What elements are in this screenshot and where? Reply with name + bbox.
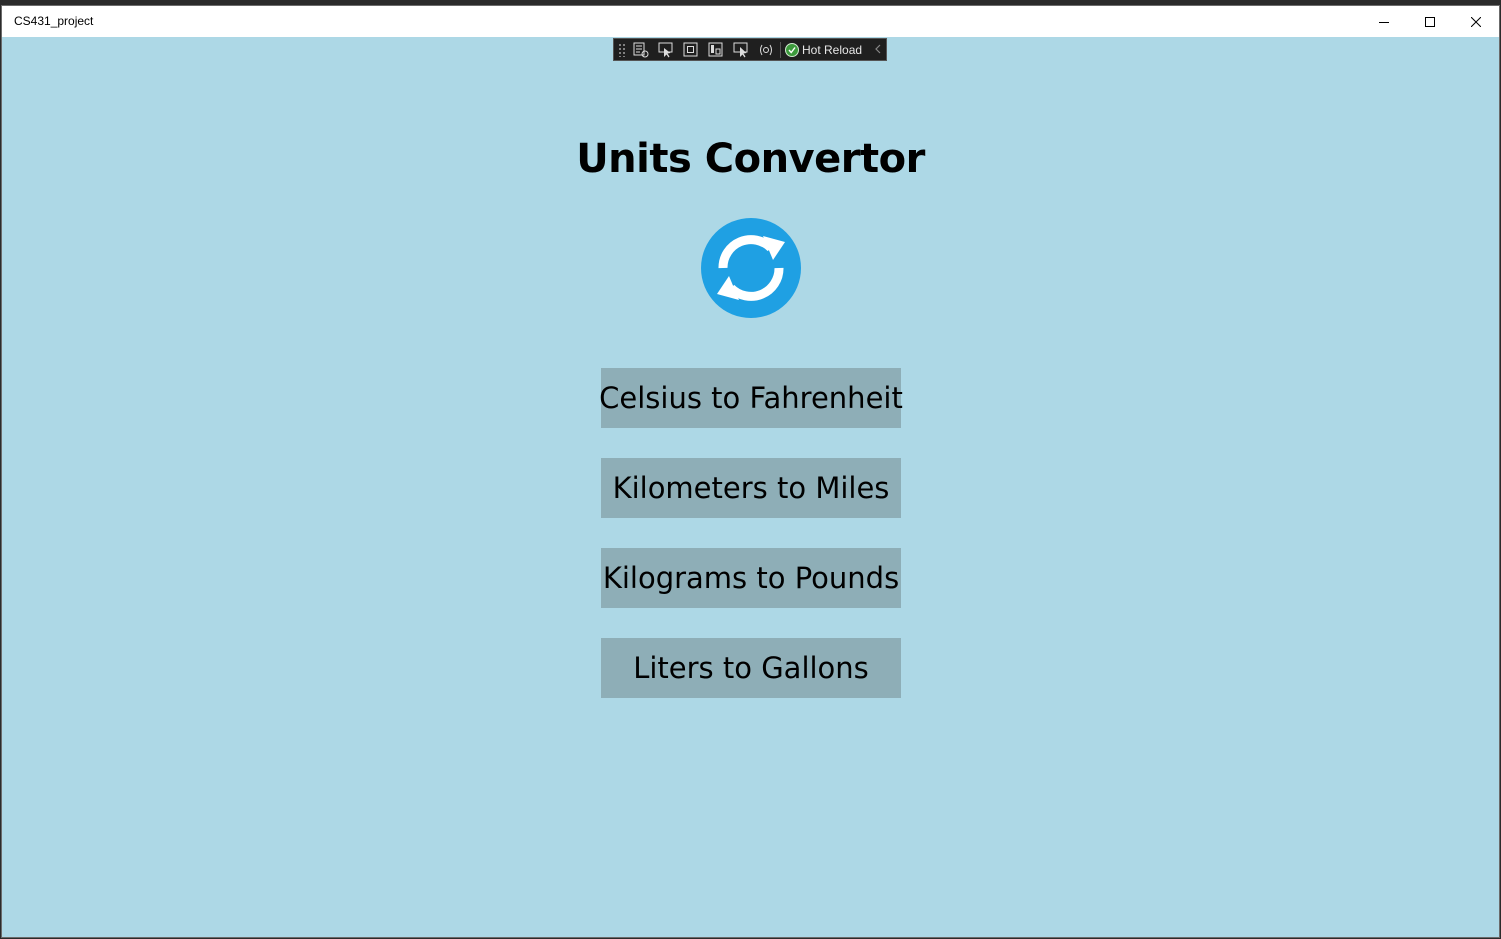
app-window: CS431_project Hot Reload Units Convertor… — [1, 5, 1500, 938]
hot-reload-label: Hot Reload — [802, 42, 863, 57]
chevron-left-icon[interactable] — [874, 41, 882, 59]
kilometers-to-miles-button[interactable]: Kilometers to Miles — [601, 458, 901, 518]
close-button[interactable] — [1453, 6, 1499, 37]
close-icon — [1471, 16, 1481, 27]
check-circle-icon — [785, 42, 799, 57]
select-element-icon[interactable] — [656, 41, 676, 59]
refresh-arrows-icon — [701, 218, 801, 318]
xaml-dev-toolbar: Hot Reload — [613, 38, 887, 61]
toolbar-grip[interactable] — [618, 42, 626, 57]
minimize-button[interactable] — [1361, 6, 1407, 37]
live-visual-tree-icon[interactable] — [631, 41, 651, 59]
window-title: CS431_project — [14, 14, 94, 28]
liters-to-gallons-button[interactable]: Liters to Gallons — [601, 638, 901, 698]
display-element-icon[interactable] — [731, 41, 751, 59]
maximize-button[interactable] — [1407, 6, 1453, 37]
hot-reload-button[interactable]: Hot Reload — [785, 42, 863, 57]
display-layout-adorners-icon[interactable] — [681, 41, 701, 59]
toolbar-separator — [780, 41, 781, 58]
title-bar[interactable]: CS431_project — [2, 6, 1499, 37]
xaml-binding-icon[interactable] — [756, 41, 776, 59]
celsius-to-fahrenheit-button[interactable]: Celsius to Fahrenheit — [599, 368, 903, 428]
page-title: Units Convertor — [576, 136, 925, 182]
kilograms-to-pounds-button[interactable]: Kilograms to Pounds — [601, 548, 901, 608]
track-focus-icon[interactable] — [706, 41, 726, 59]
minimize-icon — [1379, 21, 1389, 23]
maximize-icon — [1425, 16, 1435, 27]
